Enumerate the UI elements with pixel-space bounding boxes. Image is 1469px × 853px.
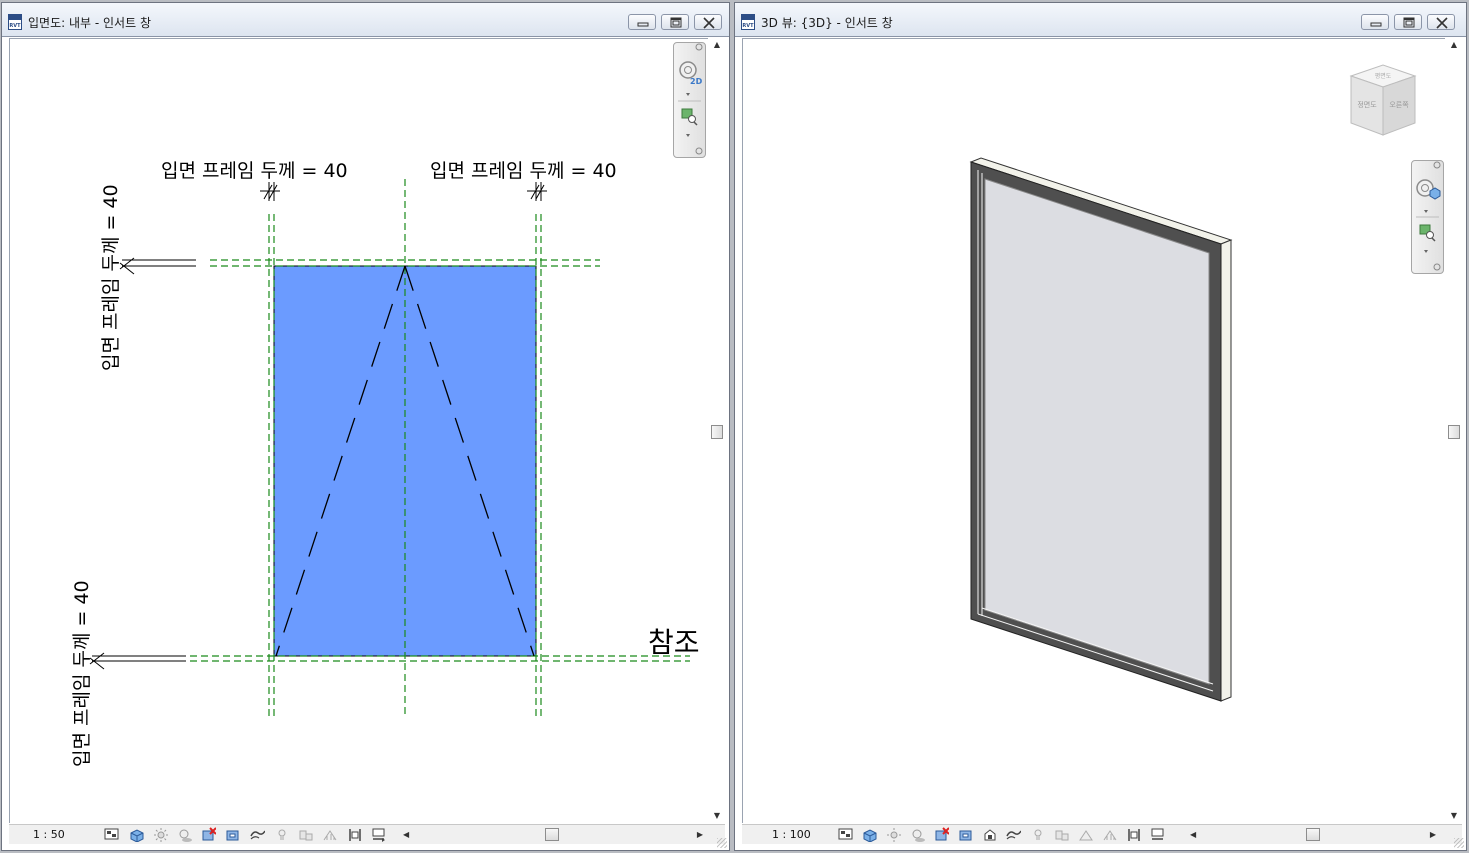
resize-grip[interactable] — [1454, 838, 1464, 848]
glass-pane[interactable] — [984, 178, 1210, 685]
3d-model — [969, 157, 1233, 702]
title-bar[interactable]: RVT 3D 뷰: {3D} - 인서트 창 — [735, 3, 1466, 37]
reveal-hidden-icon[interactable] — [1030, 827, 1045, 842]
scroll-left-arrow[interactable]: ◀ — [1190, 828, 1196, 841]
crop-view-icon[interactable] — [934, 827, 949, 842]
vertical-scroll-thumb[interactable] — [1448, 425, 1460, 439]
temporary-hide-icon[interactable] — [1006, 827, 1021, 842]
revit-file-icon: RVT — [8, 14, 22, 30]
scroll-left-arrow[interactable]: ◀ — [403, 828, 409, 841]
svg-text:2D: 2D — [690, 77, 703, 86]
svg-text:오른쪽: 오른쪽 — [1389, 101, 1409, 109]
dimension-label-vertical-upper[interactable]: 입면 프레임 두께 = 40 — [100, 184, 122, 371]
svg-text:평면도: 평면도 — [1375, 72, 1392, 80]
resize-grip[interactable] — [717, 838, 727, 848]
vertical-scrollbar[interactable]: ▲ ▼ — [1446, 38, 1462, 823]
view-cube[interactable]: 평면도 정면도 오른쪽 — [1343, 61, 1423, 141]
navigation-bar-icons — [1416, 161, 1441, 271]
close-button[interactable] — [1427, 14, 1455, 30]
navigation-bar[interactable]: 2D — [673, 42, 706, 158]
reference-label[interactable]: 참조 — [648, 626, 700, 659]
scroll-down-arrow[interactable]: ▼ — [709, 809, 725, 823]
sun-path-icon[interactable] — [886, 827, 901, 842]
revit-file-icon: RVT — [741, 14, 755, 30]
svg-text:정면도: 정면도 — [1357, 100, 1377, 109]
zoom-region-icon[interactable] — [681, 108, 698, 126]
temporary-hide-icon[interactable] — [250, 827, 265, 842]
scroll-down-arrow[interactable]: ▼ — [1446, 809, 1462, 823]
scroll-right-arrow[interactable]: ▶ — [1430, 828, 1436, 841]
horizontal-scroll-thumb[interactable] — [1306, 828, 1320, 841]
analysis-icon[interactable] — [1054, 827, 1069, 842]
steering-wheel-icon[interactable] — [1416, 179, 1441, 200]
highlight-icon[interactable] — [1126, 827, 1141, 842]
window-title: 입면도: 내부 - 인서트 창 — [28, 16, 151, 30]
scroll-right-arrow[interactable]: ▶ — [697, 828, 703, 841]
elevation-drawing-area[interactable]: 입면 프레임 두께 = 40 입면 프레임 두께 = 40 입면 프레임 두께 … — [9, 38, 708, 823]
show-crop-icon[interactable] — [958, 827, 973, 842]
close-button[interactable] — [694, 14, 722, 30]
3d-view-window[interactable]: RVT 3D 뷰: {3D} - 인서트 창 평면도 정면도 오른쪽 ▲ ▼ 1… — [734, 2, 1467, 851]
analysis-icon[interactable] — [298, 827, 313, 842]
show-crop-icon[interactable] — [225, 827, 240, 842]
close-icon — [1436, 17, 1448, 29]
worksharing-icon[interactable] — [371, 827, 386, 842]
lock-3d-view-icon[interactable] — [982, 827, 997, 842]
detail-level-icon[interactable] — [104, 827, 119, 842]
crop-view-icon[interactable] — [201, 827, 216, 842]
highlight-icon[interactable] — [347, 827, 362, 842]
navigation-bar-icons: 2D — [678, 43, 703, 155]
minimize-icon — [1370, 22, 1382, 27]
horizontal-scrollbar[interactable]: ◀ ▶ — [1188, 828, 1436, 841]
window-title: 3D 뷰: {3D} - 인서트 창 — [761, 16, 893, 30]
horizontal-scroll-thumb[interactable] — [545, 828, 559, 841]
detail-level-icon[interactable] — [838, 827, 853, 842]
constraints-icon[interactable] — [1102, 827, 1117, 842]
view-scale[interactable]: 1 : 50 — [33, 828, 65, 841]
restore-icon — [670, 17, 682, 28]
navigation-bar[interactable] — [1411, 160, 1444, 274]
view-scale[interactable]: 1 : 100 — [772, 828, 811, 841]
minimize-icon — [637, 22, 649, 27]
dimension-label-top-left[interactable]: 입면 프레임 두께 = 40 — [161, 160, 348, 182]
elevation-view-window[interactable]: RVT 입면도: 내부 - 인서트 창 입면 프레임 두께 = 40 입면 프레… — [1, 2, 730, 851]
vertical-scroll-thumb[interactable] — [711, 425, 723, 439]
shadows-icon[interactable] — [177, 827, 192, 842]
visual-style-icon[interactable] — [862, 827, 877, 842]
frame-side-face — [1220, 239, 1232, 702]
rendering-icon[interactable] — [1078, 827, 1093, 842]
title-bar[interactable]: RVT 입면도: 내부 - 인서트 창 — [2, 3, 729, 37]
horizontal-scrollbar[interactable]: ◀ ▶ — [401, 828, 703, 841]
dimension-label-top-right[interactable]: 입면 프레임 두께 = 40 — [430, 160, 617, 182]
zoom-region-icon[interactable] — [1419, 224, 1436, 242]
view-control-bar: 1 : 100 ◀ ▶ — [742, 824, 1462, 844]
dimension-label-vertical-lower[interactable]: 입면 프레임 두께 = 40 — [71, 580, 93, 767]
worksharing-icon[interactable] — [1150, 827, 1165, 842]
visual-style-icon[interactable] — [129, 827, 144, 842]
scroll-up-arrow[interactable]: ▲ — [709, 38, 725, 52]
restore-icon — [1403, 17, 1415, 28]
shadows-icon[interactable] — [910, 827, 925, 842]
vertical-scrollbar[interactable]: ▲ ▼ — [709, 38, 725, 823]
minimize-button[interactable] — [628, 14, 656, 30]
elevation-drawing: 입면 프레임 두께 = 40 입면 프레임 두께 = 40 입면 프레임 두께 … — [71, 160, 700, 767]
constraints-icon[interactable] — [322, 827, 337, 842]
reveal-hidden-icon[interactable] — [274, 827, 289, 842]
sun-path-icon[interactable] — [153, 827, 168, 842]
minimize-button[interactable] — [1361, 14, 1389, 30]
3d-drawing-area[interactable]: 평면도 정면도 오른쪽 — [742, 38, 1445, 823]
restore-button[interactable] — [1394, 14, 1422, 30]
view-control-bar: 1 : 50 ◀ ▶ — [9, 824, 725, 844]
close-icon — [703, 17, 715, 29]
restore-button[interactable] — [661, 14, 689, 30]
steering-wheel-2d-icon[interactable]: 2D — [679, 61, 703, 86]
scroll-up-arrow[interactable]: ▲ — [1446, 38, 1462, 52]
